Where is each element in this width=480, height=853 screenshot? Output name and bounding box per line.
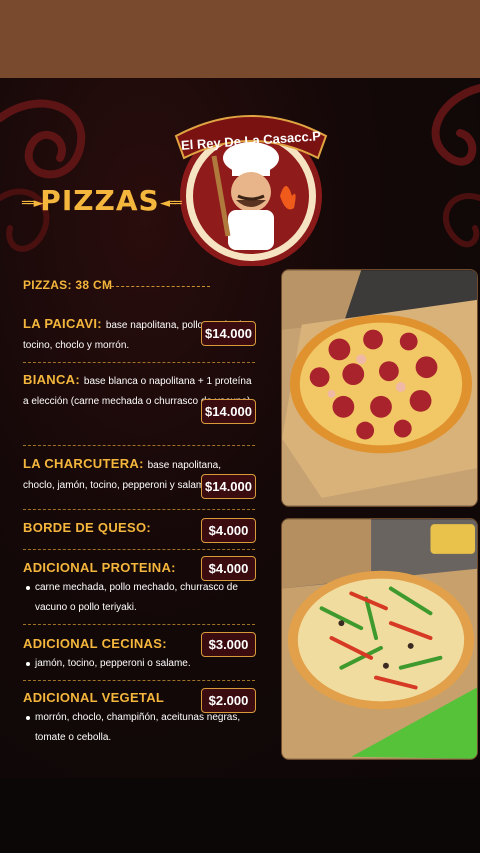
item-price: $14.000	[201, 321, 256, 346]
item-divider	[23, 445, 255, 446]
item-description: carne mechada, pollo mechado, churrasco …	[23, 578, 255, 618]
top-status-bar	[0, 0, 480, 78]
item-name: LA CHARCUTERA:	[23, 456, 148, 471]
item-description: jamón, tocino, pepperoni o salame.	[23, 654, 255, 674]
item-name: LA PAICAVI:	[23, 316, 106, 331]
item-divider	[23, 624, 255, 625]
item-price: $14.000	[201, 399, 256, 424]
item-divider	[23, 362, 255, 363]
item-price: $14.000	[201, 474, 256, 499]
item-divider	[23, 680, 255, 681]
item-divider	[23, 549, 255, 550]
bottom-bar	[0, 778, 480, 853]
item-description: morrón, choclo, champiñón, aceitunas neg…	[23, 708, 255, 748]
item-price: $3.000	[201, 632, 256, 657]
item-price: $4.000	[201, 556, 256, 581]
swirl-decoration-right	[431, 84, 480, 248]
item-name: BORDE DE QUESO:	[23, 520, 152, 535]
item-divider	[23, 509, 255, 510]
subheading-divider	[106, 286, 210, 287]
item-name: BIANCA:	[23, 372, 84, 387]
title-decoration-left: ══►	[22, 196, 44, 211]
item-price: $4.000	[201, 518, 256, 543]
title-decoration-right: ◄══	[160, 196, 182, 211]
item-price: $2.000	[201, 688, 256, 713]
chef-logo: El Rey De La Casacc.P	[174, 115, 328, 266]
vegetable-pizza-photo	[281, 518, 478, 760]
pepperoni-pizza-photo	[281, 269, 478, 507]
menu-card: El Rey De La Casacc.P ══► PIZZAS ◄══ PIZ…	[0, 78, 480, 778]
size-subheading: PIZZAS: 38 CM	[23, 278, 113, 292]
page-title: PIZZAS	[40, 184, 160, 217]
swirl-decoration-left	[0, 99, 86, 252]
